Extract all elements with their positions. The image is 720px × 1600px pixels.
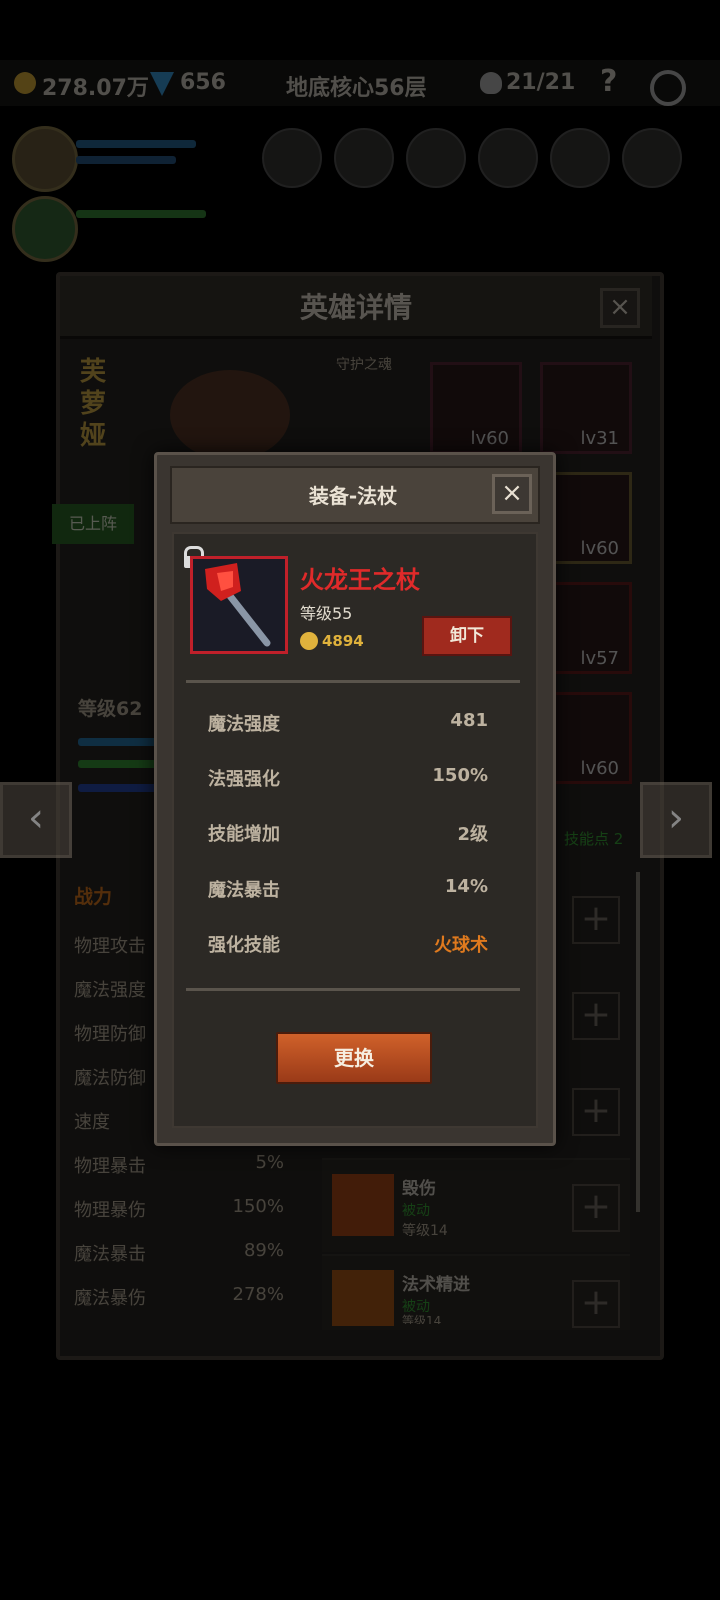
skill-slot[interactable] xyxy=(550,128,610,188)
skill-slot[interactable] xyxy=(622,128,682,188)
skill-slot[interactable] xyxy=(478,128,538,188)
skill-name: 法术精进 xyxy=(402,1275,470,1295)
stat-label: 速度 xyxy=(74,1112,110,1133)
skill-slot[interactable] xyxy=(406,128,466,188)
skill-icon xyxy=(332,1270,394,1326)
attribute-value: 150% xyxy=(432,765,488,786)
stat-value: 89% xyxy=(243,1240,284,1261)
item-name: 火龙王之杖 xyxy=(300,566,420,594)
attribute-value: 481 xyxy=(450,710,488,731)
stat-value: 5% xyxy=(255,1152,284,1173)
gold-coin-icon xyxy=(14,72,36,94)
stats-tab[interactable]: 战力 xyxy=(74,882,112,909)
party-avatar-2[interactable] xyxy=(12,196,78,262)
stat-label: 物理攻击 xyxy=(74,936,146,957)
item-level: 等级55 xyxy=(300,604,353,623)
party-hp-bar xyxy=(76,210,206,218)
stat-label: 魔法暴伤 xyxy=(74,1288,146,1309)
party-hp-bar xyxy=(76,140,196,148)
stat-label: 物理防御 xyxy=(74,1024,146,1045)
hero-level: 等级62 xyxy=(78,698,143,720)
modal-title: 装备-法杖 xyxy=(308,484,398,508)
stat-label: 魔法暴击 xyxy=(74,1244,146,1265)
divider xyxy=(186,988,520,991)
item-icon-frame xyxy=(190,556,288,654)
staff-icon xyxy=(205,563,271,647)
mp-bar xyxy=(78,784,158,792)
scrollbar[interactable] xyxy=(636,872,640,1212)
gold-amount: 278.07万 xyxy=(42,76,149,101)
stat-value: 150% xyxy=(232,1196,284,1217)
skill-type: 被动 xyxy=(402,1203,430,1219)
exp-bar xyxy=(78,738,158,746)
party-mp-bar xyxy=(76,156,176,164)
replace-button[interactable]: 更换 xyxy=(276,1032,432,1084)
attribute-label: 法强强化 xyxy=(208,769,280,790)
help-button[interactable]: ? xyxy=(600,64,617,99)
hero-panel-close-button[interactable]: × xyxy=(600,288,640,328)
attribute-value: 2级 xyxy=(457,824,488,845)
skill-upgrade-button[interactable]: + xyxy=(572,1280,620,1328)
skill-upgrade-button[interactable]: + xyxy=(572,1088,620,1136)
skill-points: 技能点 2 xyxy=(564,830,624,848)
previous-hero-button[interactable]: ‹ xyxy=(0,782,72,858)
attribute-label: 魔法强度 xyxy=(208,714,280,735)
deployed-tag: 已上阵 xyxy=(52,504,134,544)
attribute-label: 强化技能 xyxy=(208,935,280,956)
skill-level: 等级14 xyxy=(402,1223,448,1239)
party-avatar-1[interactable] xyxy=(12,126,78,192)
enhanced-skill-value: 火球术 xyxy=(434,935,488,956)
attribute-label: 魔法暴击 xyxy=(208,880,280,901)
unequip-button[interactable]: 卸下 xyxy=(422,616,512,656)
skill-upgrade-button[interactable]: + xyxy=(572,1184,620,1232)
stat-value: 278% xyxy=(232,1284,284,1305)
guardian-label: 守护之魂 xyxy=(336,357,392,373)
gem-amount: 656 xyxy=(180,70,226,95)
modal-close-button[interactable]: × xyxy=(492,474,532,514)
skull-icon xyxy=(480,72,502,94)
dungeon-location: 地底核心56层 xyxy=(286,76,427,101)
attribute-label: 技能增加 xyxy=(208,824,280,845)
stat-label: 物理暴伤 xyxy=(74,1200,146,1221)
hero-portrait xyxy=(170,370,290,460)
skill-icon xyxy=(332,1174,394,1236)
skill-name: 毁伤 xyxy=(402,1179,436,1199)
stat-label: 物理暴击 xyxy=(74,1156,146,1177)
hero-name: 芙 萝 娅 xyxy=(80,357,107,451)
skill-level: 等级14 xyxy=(402,1314,442,1324)
gem-icon xyxy=(150,72,174,96)
skill-upgrade-button[interactable]: + xyxy=(572,992,620,1040)
gear-icon[interactable] xyxy=(650,70,686,106)
gold-coin-icon xyxy=(300,632,318,650)
equip-slot-armor[interactable]: lv31 xyxy=(540,362,632,454)
stat-label: 魔法强度 xyxy=(74,980,146,1001)
kill-counter: 21/21 xyxy=(506,70,576,95)
hp-bar xyxy=(78,760,158,768)
item-gold-value: 4894 xyxy=(322,632,364,650)
divider xyxy=(186,680,520,683)
skill-upgrade-button[interactable]: + xyxy=(572,896,620,944)
skill-slot[interactable] xyxy=(334,128,394,188)
skill-slot[interactable] xyxy=(262,128,322,188)
attribute-value: 14% xyxy=(444,876,488,897)
next-hero-button[interactable]: › xyxy=(640,782,712,858)
stat-label: 魔法防御 xyxy=(74,1068,146,1089)
equip-slot-helmet[interactable]: lv60 xyxy=(430,362,522,454)
hero-panel-title: 英雄详情 xyxy=(299,291,412,324)
